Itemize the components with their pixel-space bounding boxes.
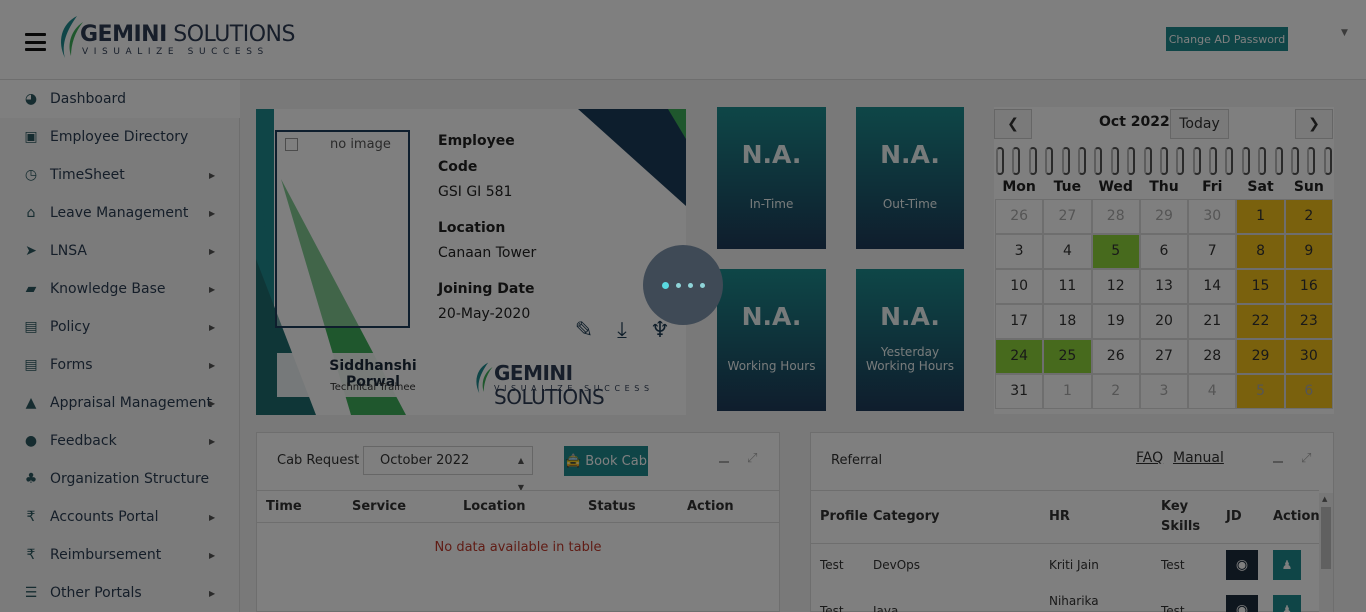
loading-spinner: [643, 245, 723, 325]
